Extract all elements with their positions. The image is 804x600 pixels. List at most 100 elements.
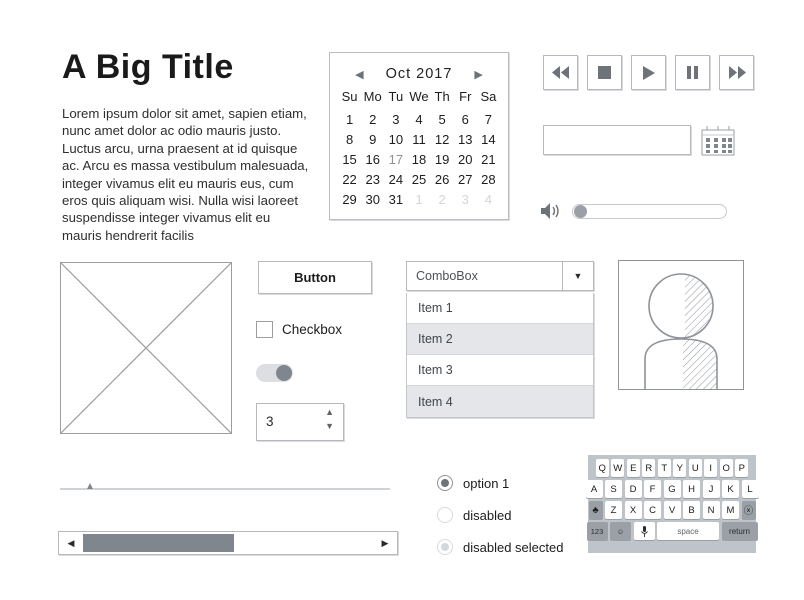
calendar-day[interactable]: 23 <box>361 171 384 188</box>
calendar-icon[interactable] <box>700 125 736 157</box>
keyboard-row-3[interactable]: ♣ Z X C V B N Mⓧ <box>588 501 756 519</box>
radio-row[interactable]: disabled selected <box>437 531 563 563</box>
calendar-day[interactable]: 16 <box>361 151 384 168</box>
combobox[interactable]: ComboBox ▼ <box>406 261 594 291</box>
key-R[interactable]: R <box>642 459 656 477</box>
return-key[interactable]: return <box>721 522 758 540</box>
pause-button[interactable] <box>675 55 710 90</box>
key-F[interactable]: F <box>644 480 661 498</box>
key-U[interactable]: U <box>688 459 702 477</box>
mic-icon[interactable] <box>633 522 655 540</box>
stepper-up-icon[interactable]: ▲ <box>325 408 334 417</box>
key-E[interactable]: E <box>626 459 640 477</box>
combobox-item[interactable]: Item 2 <box>407 324 593 355</box>
key-B[interactable]: B <box>683 501 700 519</box>
volume-slider[interactable] <box>572 203 727 219</box>
key-O[interactable]: O <box>719 459 733 477</box>
radio-input[interactable] <box>437 475 453 491</box>
stepper-down-icon[interactable]: ▼ <box>325 422 334 431</box>
keyboard-row-1[interactable]: QWERTYUIOP <box>591 459 753 477</box>
calendar-day[interactable]: 8 <box>338 131 361 148</box>
key-L[interactable]: L <box>741 480 759 498</box>
keyboard-row-4[interactable]: 123 ☺ space return <box>586 522 758 540</box>
key-T[interactable]: T <box>657 459 671 477</box>
calendar-day[interactable]: 4 <box>407 111 430 128</box>
keyboard-row-2[interactable]: ASDFGHJKL <box>585 480 759 498</box>
key-S[interactable]: S <box>605 480 622 498</box>
key-M[interactable]: M <box>722 501 739 519</box>
calendar-day[interactable]: 17 <box>384 151 407 168</box>
shift-key[interactable]: ♣ <box>588 501 603 519</box>
key-P[interactable]: P <box>735 459 749 477</box>
key-H[interactable]: H <box>683 480 700 498</box>
calendar-widget[interactable]: ◀ Oct 2017 ▶ Su Mo Tu We Th Fr Sa 1 2 3 4 5 6 7 8 9 10 11… <box>329 52 509 220</box>
checkbox-input[interactable] <box>256 321 273 338</box>
calendar-day[interactable]: 11 <box>407 131 430 148</box>
key-J[interactable]: J <box>702 480 720 498</box>
calendar-day[interactable]: 2 <box>431 191 454 208</box>
space-key[interactable]: space <box>657 522 719 540</box>
push-button[interactable]: Button <box>258 261 372 294</box>
calendar-day[interactable]: 19 <box>431 151 454 168</box>
calendar-day[interactable]: 6 <box>454 111 477 128</box>
text-input[interactable] <box>543 125 691 155</box>
scrollbar-thumb[interactable] <box>83 534 234 552</box>
radio-row[interactable]: option 1 <box>437 467 563 499</box>
scrollbar-track[interactable] <box>83 534 373 552</box>
scrollbar-left-arrow-icon[interactable]: ◀ <box>59 532 83 554</box>
calendar-day[interactable]: 30 <box>361 191 384 208</box>
calendar-day[interactable]: 14 <box>477 131 500 148</box>
calendar-day[interactable]: 28 <box>477 171 500 188</box>
toggle-switch-knob[interactable] <box>276 365 292 381</box>
calendar-prev-month-icon[interactable]: ◀ <box>355 68 363 81</box>
calendar-day[interactable]: 4 <box>477 191 500 208</box>
scrollbar-right-arrow-icon[interactable]: ▶ <box>373 532 397 554</box>
combobox-dropdown-list[interactable]: Item 1 Item 2 Item 3 Item 4 <box>406 293 594 418</box>
key-K[interactable]: K <box>722 480 739 498</box>
calendar-day[interactable]: 2 <box>361 111 384 128</box>
on-screen-keyboard[interactable]: QWERTYUIOP ASDFGHJKL ♣ Z X C V B N Mⓧ 123 ☺ space… <box>585 455 759 553</box>
key-D[interactable]: D <box>624 480 642 498</box>
calendar-day[interactable]: 20 <box>454 151 477 168</box>
combobox-item[interactable]: Item 3 <box>407 355 593 386</box>
chevron-down-icon[interactable]: ▼ <box>562 262 593 290</box>
calendar-day[interactable]: 31 <box>384 191 407 208</box>
calendar-day[interactable]: 7 <box>477 111 500 128</box>
calendar-day[interactable]: 1 <box>338 111 361 128</box>
combobox-item[interactable]: Item 4 <box>407 386 593 417</box>
calendar-day[interactable]: 3 <box>454 191 477 208</box>
rewind-button[interactable] <box>543 55 578 90</box>
horizontal-scrollbar[interactable]: ◀ ▶ <box>58 531 398 555</box>
emoji-icon[interactable]: ☺ <box>610 522 631 540</box>
calendar-day[interactable]: 3 <box>384 111 407 128</box>
key-Q[interactable]: Q <box>595 459 609 477</box>
calendar-day[interactable]: 24 <box>384 171 407 188</box>
calendar-day[interactable]: 12 <box>431 131 454 148</box>
calendar-day[interactable]: 22 <box>338 171 361 188</box>
key-I[interactable]: I <box>704 459 718 477</box>
numeric-key[interactable]: 123 <box>586 522 608 540</box>
radio-row[interactable]: disabled <box>437 499 563 531</box>
calendar-day[interactable]: 5 <box>431 111 454 128</box>
key-A[interactable]: A <box>585 480 603 498</box>
fast-forward-button[interactable] <box>719 55 754 90</box>
key-N[interactable]: N <box>702 501 720 519</box>
stop-button[interactable] <box>587 55 622 90</box>
calendar-day[interactable]: 29 <box>338 191 361 208</box>
calendar-day[interactable]: 9 <box>361 131 384 148</box>
calendar-day[interactable]: 15 <box>338 151 361 168</box>
volume-slider-handle[interactable] <box>574 204 587 218</box>
calendar-day[interactable]: 10 <box>384 131 407 148</box>
calendar-day[interactable]: 21 <box>477 151 500 168</box>
calendar-day[interactable]: 18 <box>407 151 430 168</box>
calendar-day[interactable]: 25 <box>407 171 430 188</box>
play-button[interactable] <box>631 55 666 90</box>
horizontal-slider[interactable] <box>60 480 390 496</box>
key-W[interactable]: W <box>611 459 625 477</box>
calendar-day[interactable]: 13 <box>454 131 477 148</box>
number-stepper[interactable]: 3 ▲ ▼ <box>256 403 344 441</box>
calendar-day[interactable]: 1 <box>407 191 430 208</box>
calendar-day[interactable]: 27 <box>454 171 477 188</box>
checkbox-row[interactable]: Checkbox <box>256 321 342 338</box>
key-V[interactable]: V <box>663 501 681 519</box>
